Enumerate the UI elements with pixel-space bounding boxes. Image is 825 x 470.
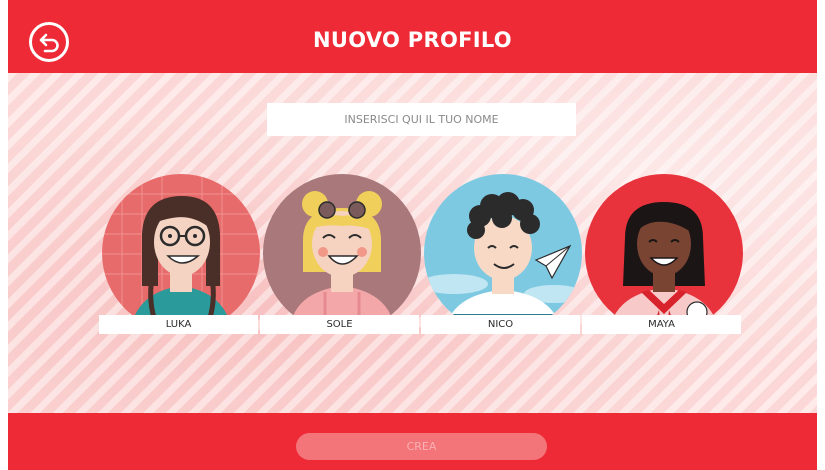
footer-bar: CREA <box>0 413 825 470</box>
app-frame: NUOVO PROFILO INSERISCI QUI IL TUO NOME … <box>0 0 825 470</box>
avatar-luka-image <box>102 174 260 332</box>
avatar-option-luka[interactable]: LUKA <box>99 174 262 334</box>
avatar-nico-image <box>424 174 582 332</box>
create-button[interactable]: CREA <box>296 433 547 460</box>
page-title: NUOVO PROFILO <box>313 28 512 52</box>
avatar-option-sole[interactable]: SOLE <box>260 174 423 334</box>
avatar-option-maya[interactable]: MAYA <box>582 174 745 334</box>
avatar-label: MAYA <box>582 315 741 334</box>
header-bar: NUOVO PROFILO <box>0 0 825 73</box>
avatar-sole-image <box>263 174 421 332</box>
avatar-label: LUKA <box>99 315 258 334</box>
avatar-maya-image <box>585 174 743 332</box>
profile-form-area: LUKA <box>8 73 817 413</box>
name-input[interactable] <box>267 103 576 136</box>
avatar-label: SOLE <box>260 315 419 334</box>
avatar-option-nico[interactable]: NICO <box>421 174 584 334</box>
avatar-label: NICO <box>421 315 580 334</box>
